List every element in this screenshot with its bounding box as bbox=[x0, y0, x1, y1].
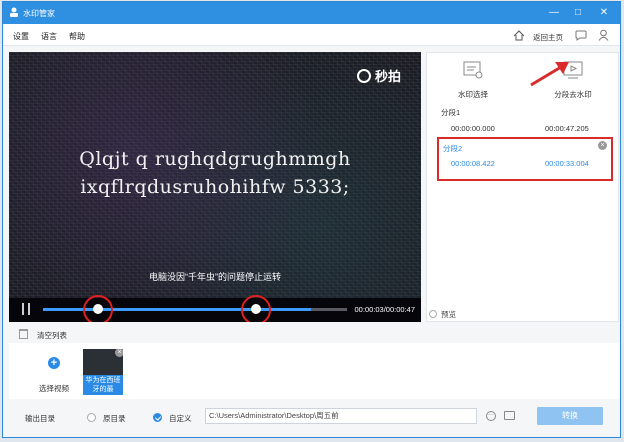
video-brand-text: 秒拍 bbox=[375, 69, 402, 84]
menu-language[interactable]: 语言 bbox=[41, 31, 57, 42]
video-subtitle: 电脑没因“千年虫”的问题停止运转 bbox=[149, 272, 281, 282]
watermark-select-button[interactable]: 水印选择 bbox=[433, 59, 513, 109]
segment2-end[interactable]: 00:00:33.004 bbox=[545, 159, 589, 168]
annotation-circle-end bbox=[240, 295, 271, 322]
minimize-button[interactable]: — bbox=[541, 2, 567, 24]
watermark-select-icon bbox=[463, 61, 483, 79]
title-bar: 水印管家 — □ ✕ bbox=[3, 2, 620, 24]
clear-list-button[interactable]: 清空列表 bbox=[37, 330, 67, 341]
video-text-line2: ixqflrqdusruhohihfw 5333; bbox=[80, 176, 350, 198]
add-video-label: 选择视频 bbox=[39, 384, 69, 393]
home-link[interactable]: 返回主页 bbox=[533, 32, 563, 43]
browse-icon[interactable]: ··· bbox=[486, 411, 496, 421]
chat-icon[interactable] bbox=[575, 29, 587, 41]
video-thumbnail[interactable]: 华为在西班牙的最 × bbox=[83, 349, 123, 395]
miaopai-logo-icon bbox=[357, 69, 371, 83]
preview-label: 预览 bbox=[441, 310, 456, 319]
output-bar: 输出目录 原目录 自定义 C:\Users\Administrator\Desk… bbox=[9, 403, 619, 433]
annotation-circle-start bbox=[82, 295, 113, 322]
thumbnail-remove-icon[interactable]: × bbox=[115, 349, 123, 357]
menu-help[interactable]: 帮助 bbox=[69, 31, 85, 42]
video-list: + 选择视频 华为在西班牙的最 × bbox=[9, 343, 619, 399]
output-path-field[interactable]: C:\Users\Administrator\Desktop\周五前 bbox=[205, 408, 477, 424]
time-display: 00:00:03/00:00:47 bbox=[354, 305, 415, 314]
video-player[interactable]: 秒拍 Qlqjt q rughqdgrughmmgh ixqflrqdusruh… bbox=[9, 52, 421, 322]
output-dir-label: 输出目录 bbox=[25, 414, 55, 423]
app-window: 水印管家 — □ ✕ 设置 语言 帮助 返回主页 秒拍 Qlqjt q rugh… bbox=[2, 1, 621, 438]
home-icon[interactable] bbox=[513, 30, 525, 41]
red-arrow-annotation bbox=[530, 62, 569, 87]
segment2-label: 分段2 bbox=[443, 144, 463, 153]
watermark-select-label: 水印选择 bbox=[458, 90, 488, 99]
thumbnail-caption: 华为在西班牙的最 bbox=[83, 375, 123, 395]
list-toolbar: 清空列表 bbox=[9, 326, 619, 342]
preview-toggle[interactable]: 预览 bbox=[429, 309, 456, 320]
menu-bar: 设置 语言 帮助 返回主页 bbox=[3, 24, 620, 46]
menu-settings[interactable]: 设置 bbox=[13, 31, 29, 42]
player-controls: 00:00:03/00:00:47 bbox=[9, 295, 421, 322]
convert-button[interactable]: 转换 bbox=[537, 407, 603, 425]
custom-dir-radio[interactable] bbox=[153, 413, 162, 422]
folder-icon[interactable] bbox=[504, 411, 515, 420]
trash-icon[interactable] bbox=[19, 329, 28, 339]
add-icon: + bbox=[48, 357, 60, 369]
segment-remove-label: 分段去水印 bbox=[554, 90, 592, 99]
seek-bar[interactable] bbox=[43, 295, 347, 322]
right-panel: 水印选择 分段去水印 分段1 00:00:00.000 00:00:47.205… bbox=[426, 52, 619, 322]
close-button[interactable]: ✕ bbox=[591, 2, 617, 24]
window-title: 水印管家 bbox=[23, 9, 55, 18]
pause-icon[interactable] bbox=[21, 303, 31, 315]
app-logo-icon bbox=[10, 7, 18, 17]
original-dir-label: 原目录 bbox=[103, 414, 126, 423]
segment1-start[interactable]: 00:00:00.000 bbox=[451, 124, 495, 133]
segment2-delete-icon[interactable]: × bbox=[598, 141, 607, 150]
custom-dir-label: 自定义 bbox=[169, 414, 192, 423]
preview-checkbox[interactable] bbox=[429, 310, 437, 318]
add-video-button[interactable]: + 选择视频 bbox=[31, 349, 77, 395]
original-dir-radio[interactable] bbox=[87, 413, 96, 422]
segment2-start[interactable]: 00:00:08.422 bbox=[451, 159, 495, 168]
segment1-label: 分段1 bbox=[441, 108, 461, 117]
segment1-end[interactable]: 00:00:47.205 bbox=[545, 124, 589, 133]
segment2-card[interactable]: 分段2 × 00:00:08.422 00:00:33.004 bbox=[437, 137, 613, 181]
user-icon[interactable] bbox=[598, 29, 609, 41]
video-watermark-logo: 秒拍 bbox=[357, 66, 401, 85]
video-text-line1: Qlqjt q rughqdgrughmmgh bbox=[79, 148, 351, 170]
maximize-button[interactable]: □ bbox=[565, 2, 591, 24]
